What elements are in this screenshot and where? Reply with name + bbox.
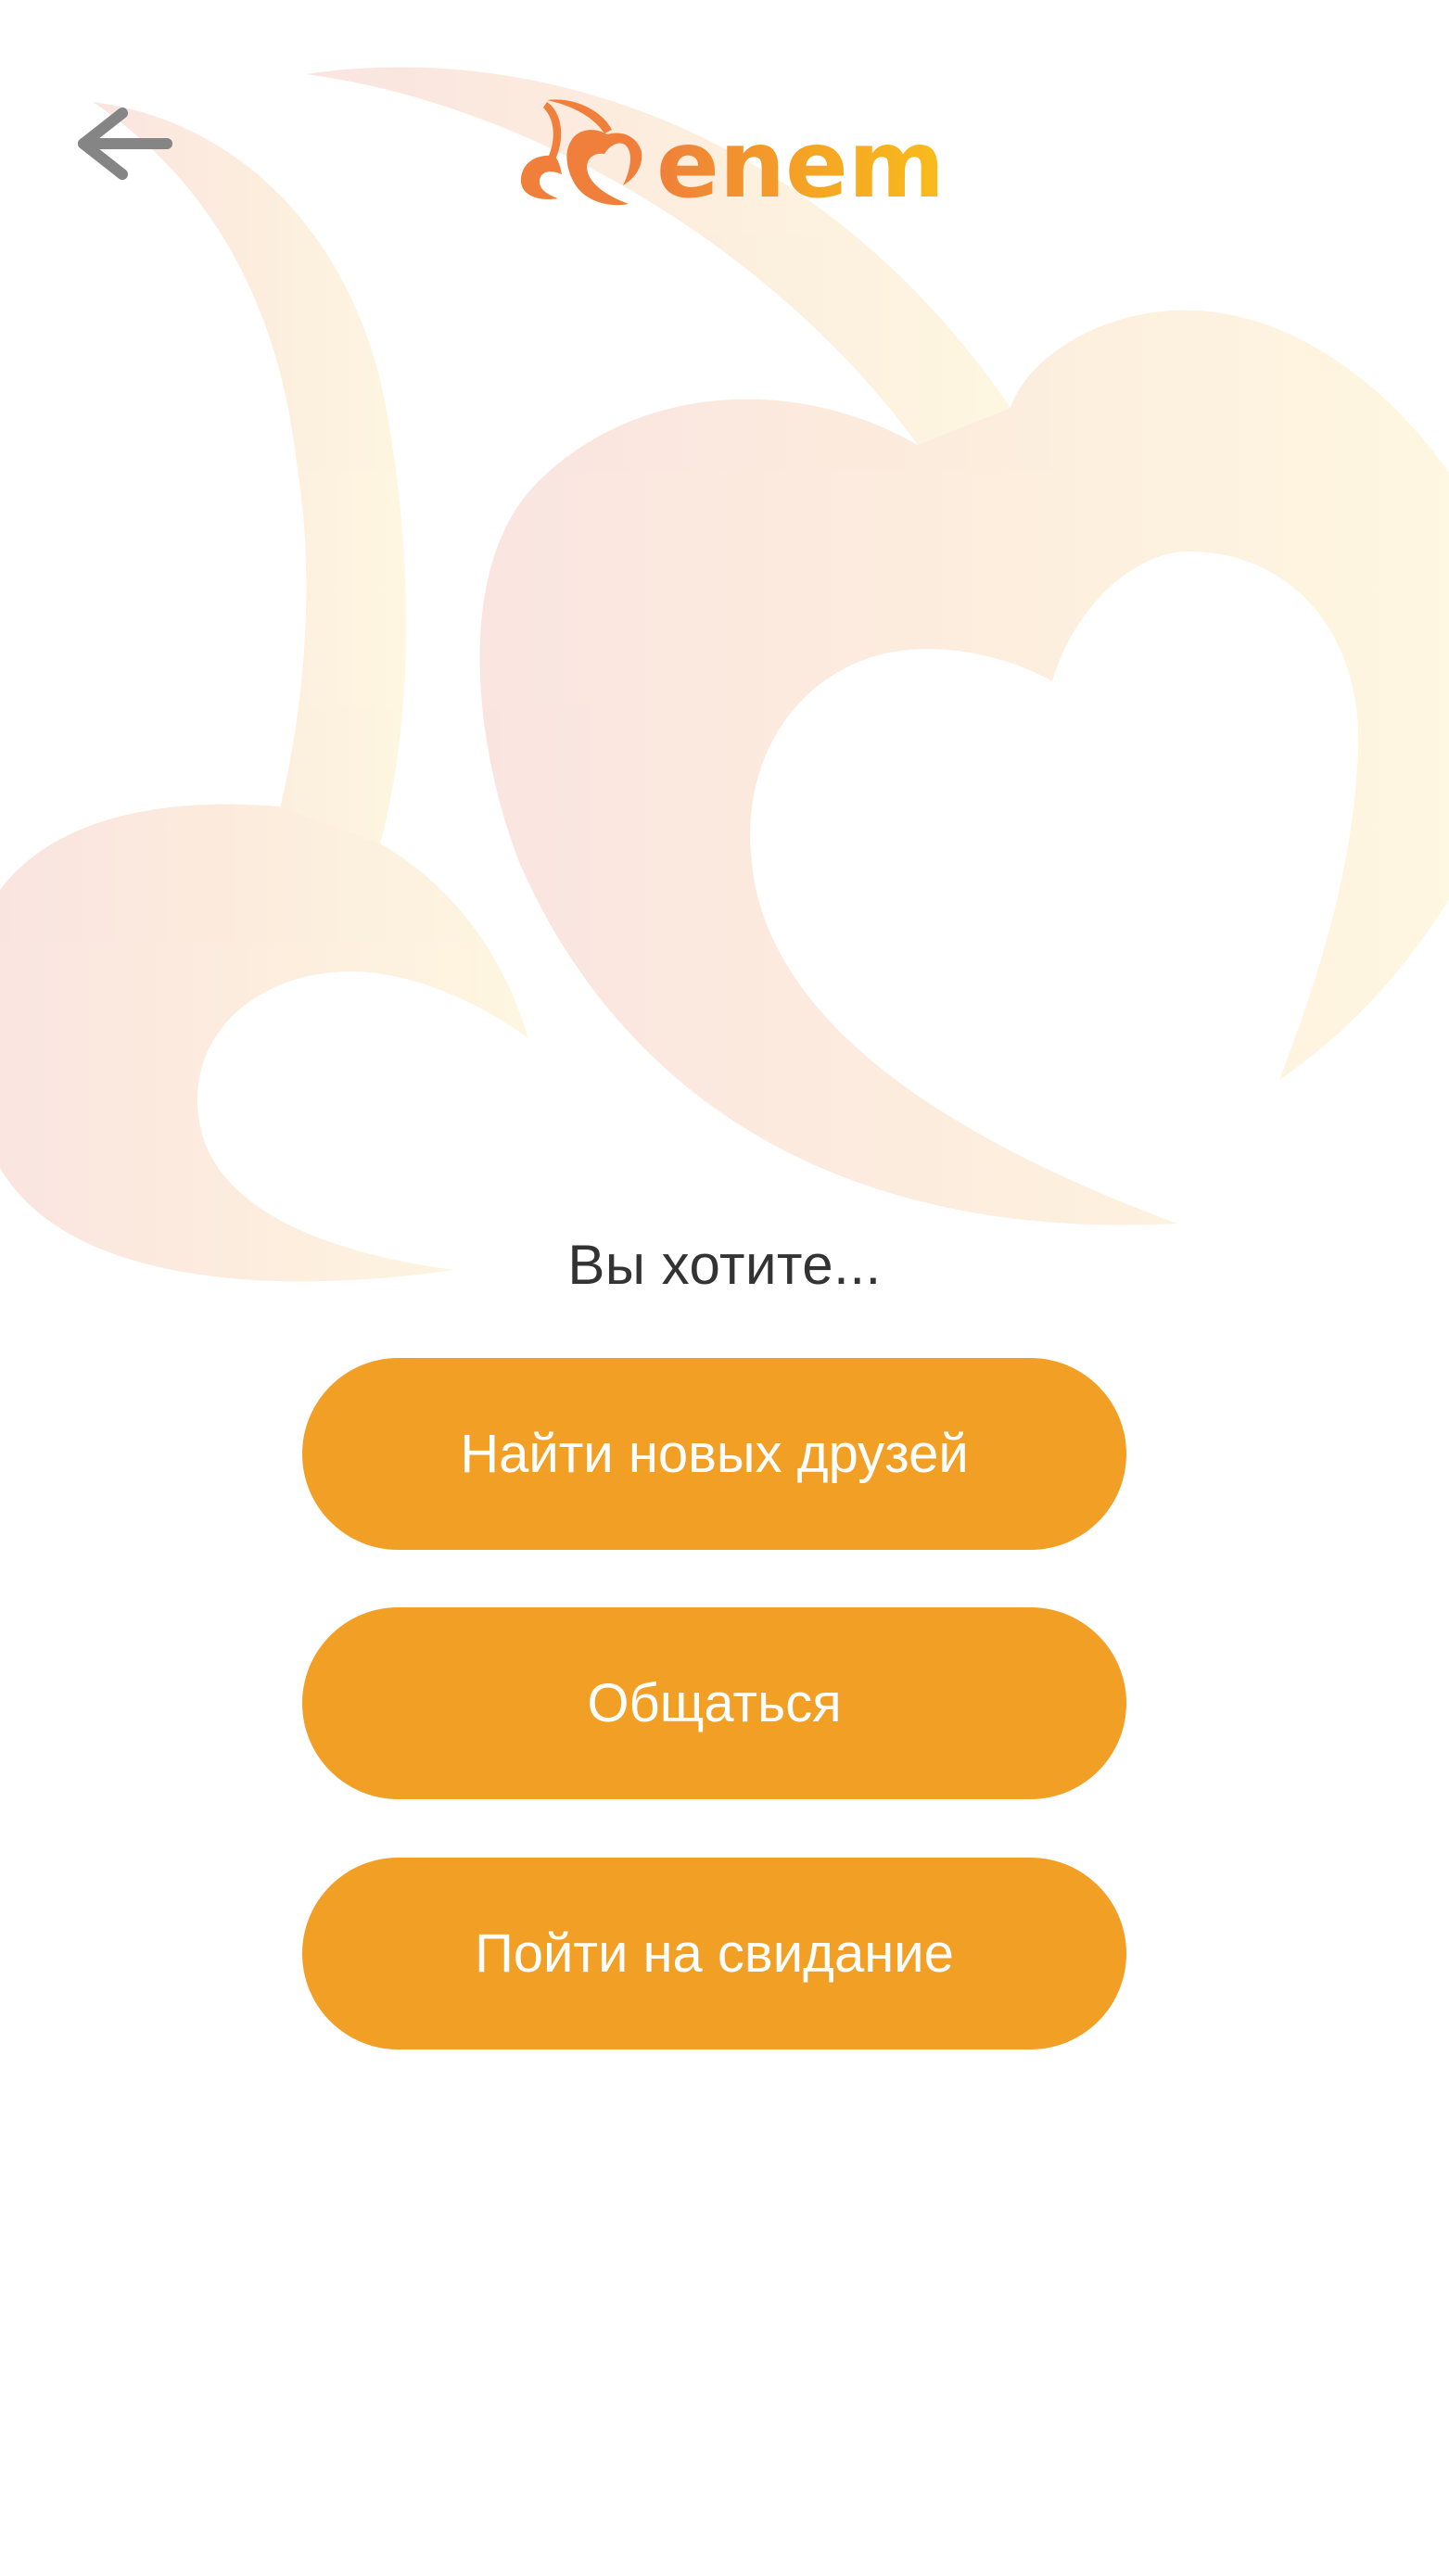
page-prompt: Вы хотите...: [567, 1234, 882, 1296]
go-on-date-button[interactable]: Пойти на свидание: [302, 1858, 1126, 2049]
chat-button[interactable]: Общаться: [302, 1607, 1126, 1799]
app-logo: enemi: [519, 93, 976, 219]
find-new-friends-button[interactable]: Найти новых друзей: [302, 1358, 1126, 1550]
back-button[interactable]: [74, 102, 195, 204]
logo-wordmark: enemi: [656, 110, 946, 213]
arrow-left-icon: [78, 108, 172, 180]
